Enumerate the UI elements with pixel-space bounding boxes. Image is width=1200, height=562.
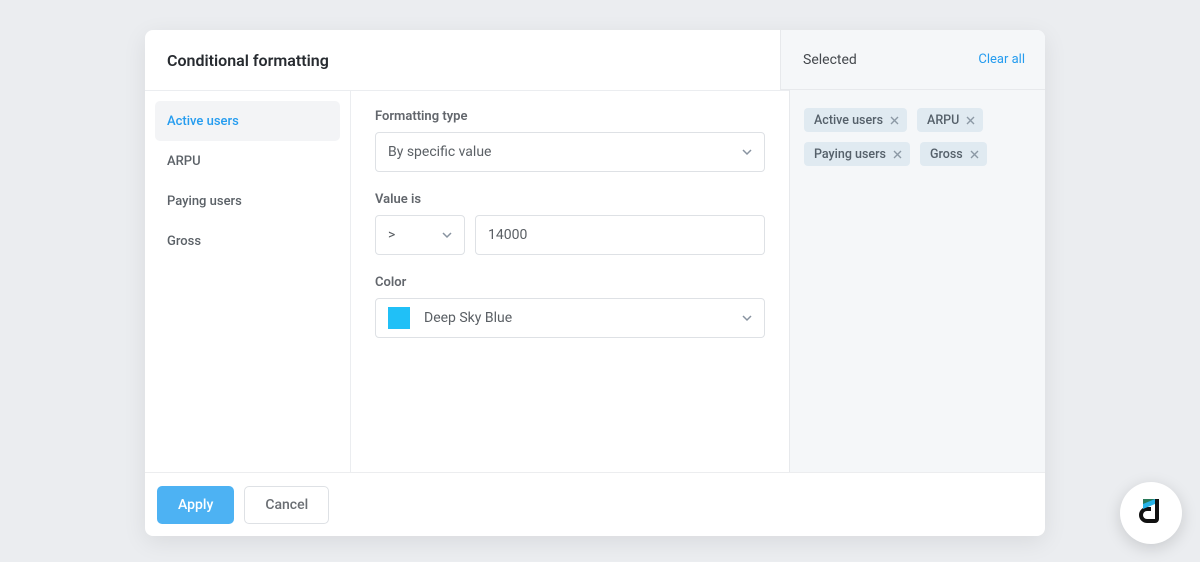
formatting-type-select[interactable]: By specific value: [375, 132, 765, 172]
metric-sidebar: Active users ARPU Paying users Gross: [145, 90, 350, 472]
value-row: > 14000: [375, 215, 765, 255]
selected-label: Selected: [803, 52, 857, 68]
chip-remove-icon[interactable]: [893, 150, 902, 159]
color-select[interactable]: Deep Sky Blue: [375, 298, 765, 338]
selected-header: Selected Clear all: [780, 30, 1045, 90]
chip-arpu: ARPU: [917, 108, 983, 132]
modal-body: Active users ARPU Paying users Gross For…: [145, 90, 1045, 472]
formatting-type-value: By specific value: [388, 144, 491, 160]
cancel-button[interactable]: Cancel: [244, 486, 329, 524]
modal-title: Conditional formatting: [167, 51, 329, 70]
sidebar-item-label: Active users: [167, 114, 239, 129]
sidebar-item-label: ARPU: [167, 154, 201, 169]
operator-select[interactable]: >: [375, 215, 465, 255]
chevron-down-icon: [442, 230, 452, 240]
value-input[interactable]: 14000: [475, 215, 765, 255]
sidebar-item-active-users[interactable]: Active users: [155, 101, 340, 141]
color-label: Color: [375, 275, 765, 290]
value-input-text: 14000: [488, 227, 527, 243]
sidebar-item-label: Paying users: [167, 194, 242, 209]
chip-gross: Gross: [920, 142, 987, 166]
formatting-type-label: Formatting type: [375, 109, 765, 124]
rule-form: Formatting type By specific value Value …: [350, 90, 789, 472]
apply-button-label: Apply: [178, 497, 213, 513]
chevron-down-icon: [742, 313, 752, 323]
apply-button[interactable]: Apply: [157, 486, 234, 524]
cancel-button-label: Cancel: [265, 497, 308, 513]
color-swatch: [388, 307, 410, 329]
modal-title-area: Conditional formatting: [145, 30, 780, 90]
modal-header-row: Conditional formatting Selected Clear al…: [145, 30, 1045, 90]
clear-all-link[interactable]: Clear all: [978, 52, 1025, 67]
sidebar-item-gross[interactable]: Gross: [155, 221, 340, 261]
sidebar-item-paying-users[interactable]: Paying users: [155, 181, 340, 221]
sidebar-item-arpu[interactable]: ARPU: [155, 141, 340, 181]
brand-logo-icon: [1135, 495, 1167, 531]
chevron-down-icon: [742, 147, 752, 157]
selected-chips: Active users ARPU Paying users: [804, 108, 1031, 166]
brand-badge: [1120, 482, 1182, 544]
chip-label: Gross: [930, 147, 963, 162]
chip-active-users: Active users: [804, 108, 907, 132]
operator-value: >: [388, 227, 395, 243]
conditional-formatting-modal: Conditional formatting Selected Clear al…: [145, 30, 1045, 536]
color-group: Color Deep Sky Blue: [375, 275, 765, 338]
chip-label: ARPU: [927, 113, 959, 128]
selected-panel: Active users ARPU Paying users: [789, 90, 1045, 472]
value-is-group: Value is > 14000: [375, 192, 765, 255]
sidebar-item-label: Gross: [167, 234, 201, 249]
value-is-label: Value is: [375, 192, 765, 207]
color-name: Deep Sky Blue: [424, 310, 512, 326]
chip-remove-icon[interactable]: [890, 116, 899, 125]
chip-paying-users: Paying users: [804, 142, 910, 166]
chip-remove-icon[interactable]: [970, 150, 979, 159]
chip-label: Active users: [814, 113, 883, 128]
formatting-type-group: Formatting type By specific value: [375, 109, 765, 172]
modal-footer: Apply Cancel: [145, 472, 1045, 536]
chip-label: Paying users: [814, 147, 886, 162]
chip-remove-icon[interactable]: [966, 116, 975, 125]
